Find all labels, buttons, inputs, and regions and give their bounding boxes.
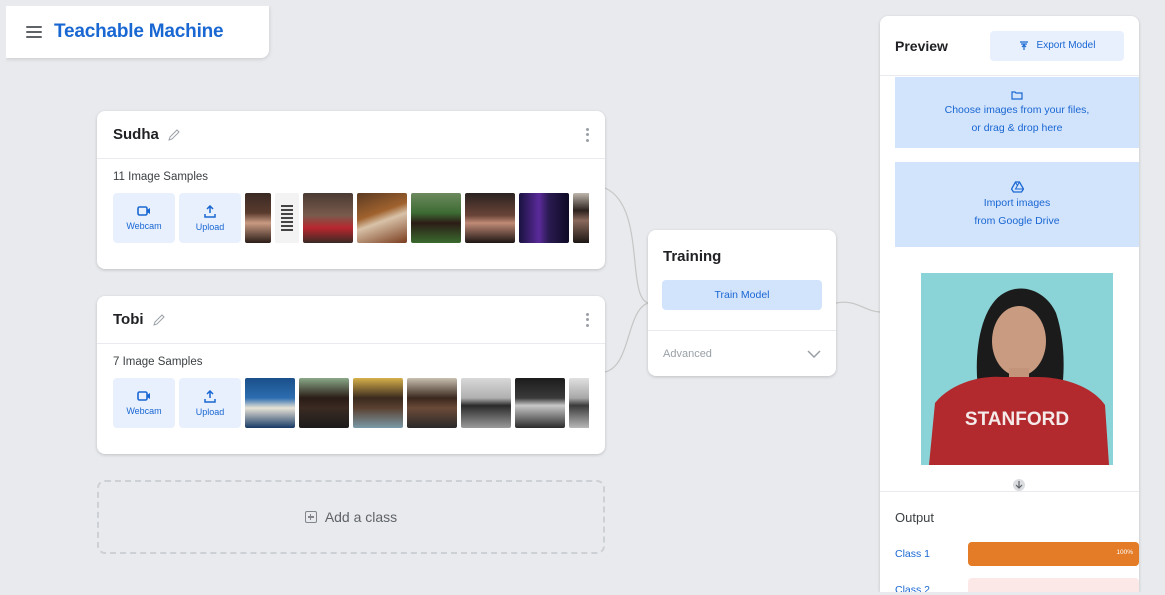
webcam-preview-image: STANFORD	[921, 273, 1113, 465]
edit-pencil-icon[interactable]	[152, 313, 166, 327]
file-drop-line1: Choose images from your files,	[944, 103, 1090, 116]
webcam-icon	[137, 391, 150, 401]
class-card-sudha: Sudha 11 Image Samples Webcam Upload	[97, 111, 605, 269]
class-name-text[interactable]: Sudha	[113, 126, 159, 143]
confidence-bar	[968, 578, 1139, 592]
sample-thumbnail[interactable]	[573, 193, 589, 243]
export-model-button[interactable]: Export Model	[990, 30, 1124, 61]
webcam-label: Webcam	[126, 221, 162, 231]
upload-button[interactable]: Upload	[179, 193, 241, 243]
samples-count-label: 11 Image Samples	[113, 171, 209, 183]
connector-tobi	[604, 302, 649, 373]
sample-thumbnail[interactable]	[569, 378, 589, 428]
add-class-button[interactable]: Add a class	[97, 480, 605, 554]
add-box-icon	[304, 511, 317, 523]
confidence-bar: 100%	[968, 542, 1139, 566]
hamburger-menu-icon[interactable]	[26, 26, 42, 38]
google-drive-import[interactable]: Import images from Google Drive	[895, 162, 1139, 247]
output-class-label: Class 2	[895, 584, 931, 592]
file-drop-line2: or drag & drop here	[971, 121, 1063, 134]
samples-row: Webcam Upload	[113, 193, 589, 243]
google-drive-icon	[1010, 180, 1024, 193]
app-header: Teachable Machine	[6, 6, 269, 58]
sample-thumbnail[interactable]	[299, 378, 349, 428]
sample-thumbnail[interactable]	[465, 193, 515, 243]
sample-thumbnail[interactable]	[245, 378, 295, 428]
upload-label: Upload	[195, 221, 225, 232]
sample-thumbnail[interactable]	[275, 193, 299, 243]
output-class-label: Class 1	[895, 548, 931, 560]
advanced-label: Advanced	[663, 347, 712, 360]
upload-button[interactable]: Upload	[179, 378, 241, 428]
preview-title: Preview	[895, 37, 948, 54]
webcam-icon	[137, 206, 150, 216]
sample-thumbnail[interactable]	[515, 378, 565, 428]
webcam-button[interactable]: Webcam	[113, 378, 175, 428]
upload-icon	[204, 204, 216, 218]
preview-header: Preview Export Model	[880, 16, 1139, 76]
sample-thumbnail[interactable]	[245, 193, 271, 243]
class-card-tobi: Tobi 7 Image Samples Webcam Upload	[97, 296, 605, 454]
class-name-text[interactable]: Tobi	[113, 311, 144, 328]
output-section: Output Class 1 100% Class 2	[880, 491, 1139, 592]
output-row-class-2: Class 2	[895, 578, 1139, 592]
class-name[interactable]: Tobi	[113, 311, 166, 328]
more-options-icon[interactable]	[585, 127, 589, 142]
add-class-label: Add a class	[324, 509, 398, 525]
advanced-toggle[interactable]: Advanced	[648, 330, 836, 376]
connector-sudha	[604, 187, 649, 304]
class-name[interactable]: Sudha	[113, 126, 181, 143]
webcam-button[interactable]: Webcam	[113, 193, 175, 243]
webcam-label: Webcam	[126, 406, 162, 416]
connector-training-preview	[835, 301, 881, 313]
drive-import-line2: from Google Drive	[974, 214, 1060, 227]
chevron-down-icon	[807, 349, 821, 358]
more-options-icon[interactable]	[585, 312, 589, 327]
file-drop-zone[interactable]: Choose images from your files, or drag &…	[895, 77, 1139, 148]
arrow-down-icon	[1013, 479, 1025, 491]
samples-row: Webcam Upload	[113, 378, 589, 428]
upload-label: Upload	[195, 406, 225, 417]
shirt-text: STANFORD	[965, 409, 1069, 430]
confidence-percent: 100%	[1116, 549, 1133, 556]
samples-count-label: 7 Image Samples	[113, 356, 203, 368]
confidence-fill	[968, 542, 1139, 566]
output-row-class-1: Class 1 100%	[895, 542, 1139, 566]
sample-thumbnail[interactable]	[353, 378, 403, 428]
sample-thumbnail[interactable]	[411, 193, 461, 243]
drive-import-line1: Import images	[983, 196, 1051, 209]
training-title: Training	[663, 248, 722, 265]
output-title: Output	[895, 510, 935, 525]
app-frame: Teachable Machine Sudha 11 Image Samples	[6, 6, 1159, 592]
train-model-button[interactable]: Train Model	[662, 280, 822, 310]
sample-thumbnail[interactable]	[357, 193, 407, 243]
class-card-header: Tobi	[97, 296, 605, 344]
folder-icon	[1011, 90, 1023, 100]
sample-thumbnail[interactable]	[461, 378, 511, 428]
sample-thumbnail[interactable]	[407, 378, 457, 428]
edit-pencil-icon[interactable]	[167, 128, 181, 142]
export-model-label: Export Model	[1036, 40, 1096, 51]
upload-icon	[204, 389, 216, 403]
sample-thumbnail[interactable]	[519, 193, 569, 243]
app-title[interactable]: Teachable Machine	[54, 21, 224, 43]
training-card: Training Train Model Advanced	[648, 230, 836, 376]
class-card-header: Sudha	[97, 111, 605, 159]
preview-panel: Preview Export Model Choose images from …	[880, 16, 1139, 592]
export-icon	[1019, 40, 1028, 50]
sample-thumbnail[interactable]	[303, 193, 353, 243]
